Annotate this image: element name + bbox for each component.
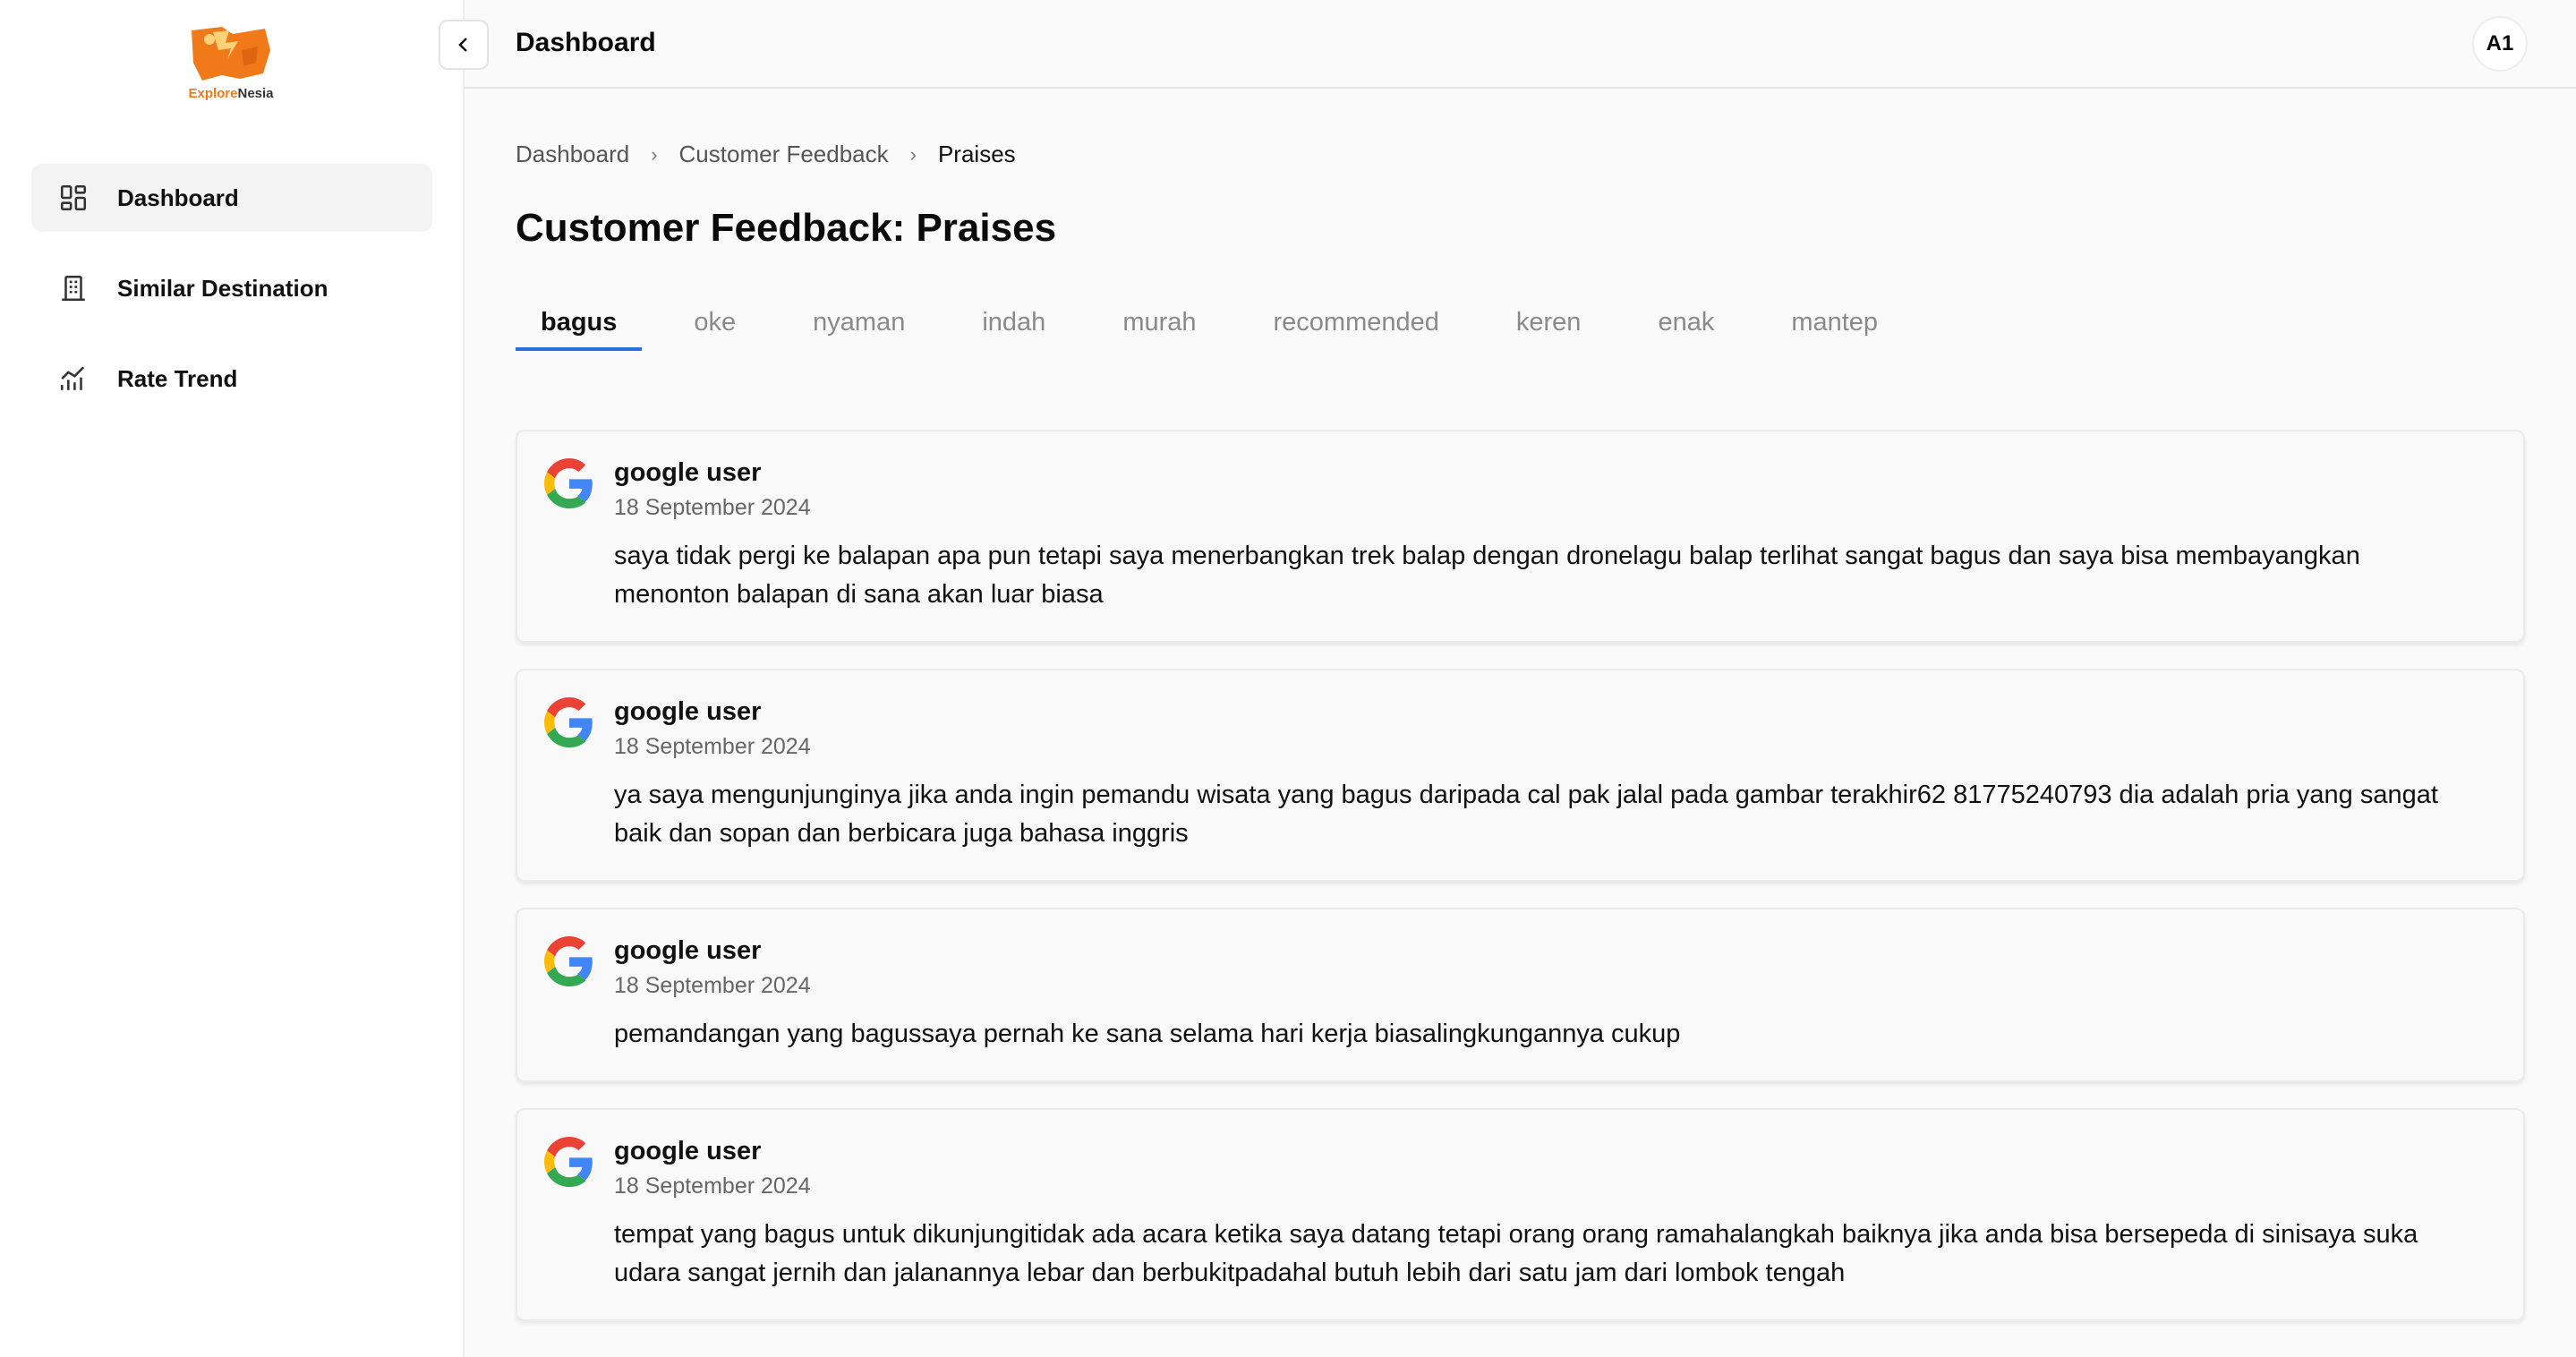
sidebar: ExploreNesia Dashboard Similar Destinati… — [0, 0, 465, 1357]
content: Dashboard › Customer Feedback › Praises … — [516, 89, 2525, 1347]
breadcrumb: Dashboard › Customer Feedback › Praises — [516, 141, 2525, 168]
chevron-right-icon: › — [651, 142, 658, 166]
logo-icon — [192, 27, 270, 81]
review-card: google user 18 September 2024 ya saya me… — [516, 669, 2525, 882]
review-card: google user 18 September 2024 pemandanga… — [516, 908, 2525, 1082]
building-icon — [62, 275, 85, 302]
tab-bar: bagus oke nyaman indah murah recommended… — [516, 306, 2525, 351]
review-date: 18 September 2024 — [614, 973, 811, 998]
breadcrumb-item-praises: Praises — [937, 141, 1016, 167]
review-date: 18 September 2024 — [614, 734, 811, 759]
chevron-right-icon: › — [909, 142, 917, 166]
google-icon — [544, 697, 593, 747]
google-icon — [544, 458, 593, 508]
page-title: Customer Feedback: Praises — [516, 206, 1057, 250]
review-user: google user — [614, 697, 762, 726]
brand-name: ExploreNesia — [188, 86, 274, 101]
google-icon — [544, 936, 593, 986]
review-text: pemandangan yang bagussaya pernah ke san… — [614, 1020, 1681, 1048]
review-text: tempat yang bagus untuk dikunjungitidak … — [614, 1220, 2418, 1287]
review-list: google user 18 September 2024 saya tidak… — [516, 430, 2525, 1321]
google-icon — [544, 1137, 593, 1187]
chevron-left-icon — [458, 38, 467, 52]
breadcrumb-item-dashboard[interactable]: Dashboard — [516, 141, 629, 168]
review-text: saya tidak pergi ke balapan apa pun teta… — [614, 542, 2360, 609]
tab-murah[interactable]: murah — [1097, 306, 1221, 351]
review-card: google user 18 September 2024 tempat yan… — [516, 1108, 2525, 1321]
review-card: google user 18 September 2024 saya tidak… — [516, 430, 2525, 643]
tab-enak[interactable]: enak — [1633, 306, 1739, 351]
chart-icon — [60, 366, 85, 390]
sidebar-item-label: Similar Destination — [117, 274, 328, 302]
review-user: google user — [614, 1137, 762, 1165]
tab-bagus[interactable]: bagus — [516, 306, 643, 351]
review-date: 18 September 2024 — [614, 1174, 811, 1199]
tab-nyaman[interactable]: nyaman — [788, 306, 930, 351]
topbar-title: Dashboard — [516, 28, 656, 57]
tab-oke[interactable]: oke — [669, 306, 761, 351]
review-date: 18 September 2024 — [614, 495, 811, 520]
sidebar-item-rate-trend[interactable]: Rate Trend — [31, 345, 432, 413]
sidebar-item-label: Rate Trend — [117, 364, 238, 392]
avatar[interactable]: A1 — [2472, 16, 2528, 72]
sidebar-nav: Dashboard Similar Destination Rate Trend — [31, 164, 432, 435]
breadcrumb-item-customer-feedback[interactable]: Customer Feedback — [679, 141, 889, 168]
collapse-sidebar-button[interactable] — [439, 20, 489, 70]
main-area: Dashboard A1 Dashboard › Customer Feedba… — [439, 0, 2576, 1357]
tab-keren[interactable]: keren — [1491, 306, 1607, 351]
brand-logo[interactable]: ExploreNesia — [186, 23, 276, 104]
sidebar-item-dashboard[interactable]: Dashboard — [31, 164, 432, 232]
tab-mantep[interactable]: mantep — [1766, 306, 1903, 351]
tab-recommended[interactable]: recommended — [1249, 306, 1464, 351]
review-text: ya saya mengunjunginya jika anda ingin p… — [614, 781, 2438, 848]
review-user: google user — [614, 936, 762, 965]
dashboard-icon — [60, 184, 87, 211]
sidebar-item-label: Dashboard — [117, 183, 239, 211]
topbar: Dashboard A1 — [439, 0, 2576, 89]
sidebar-item-similar-destination[interactable]: Similar Destination — [31, 254, 432, 322]
tab-indah[interactable]: indah — [957, 306, 1070, 351]
review-user: google user — [614, 458, 762, 487]
